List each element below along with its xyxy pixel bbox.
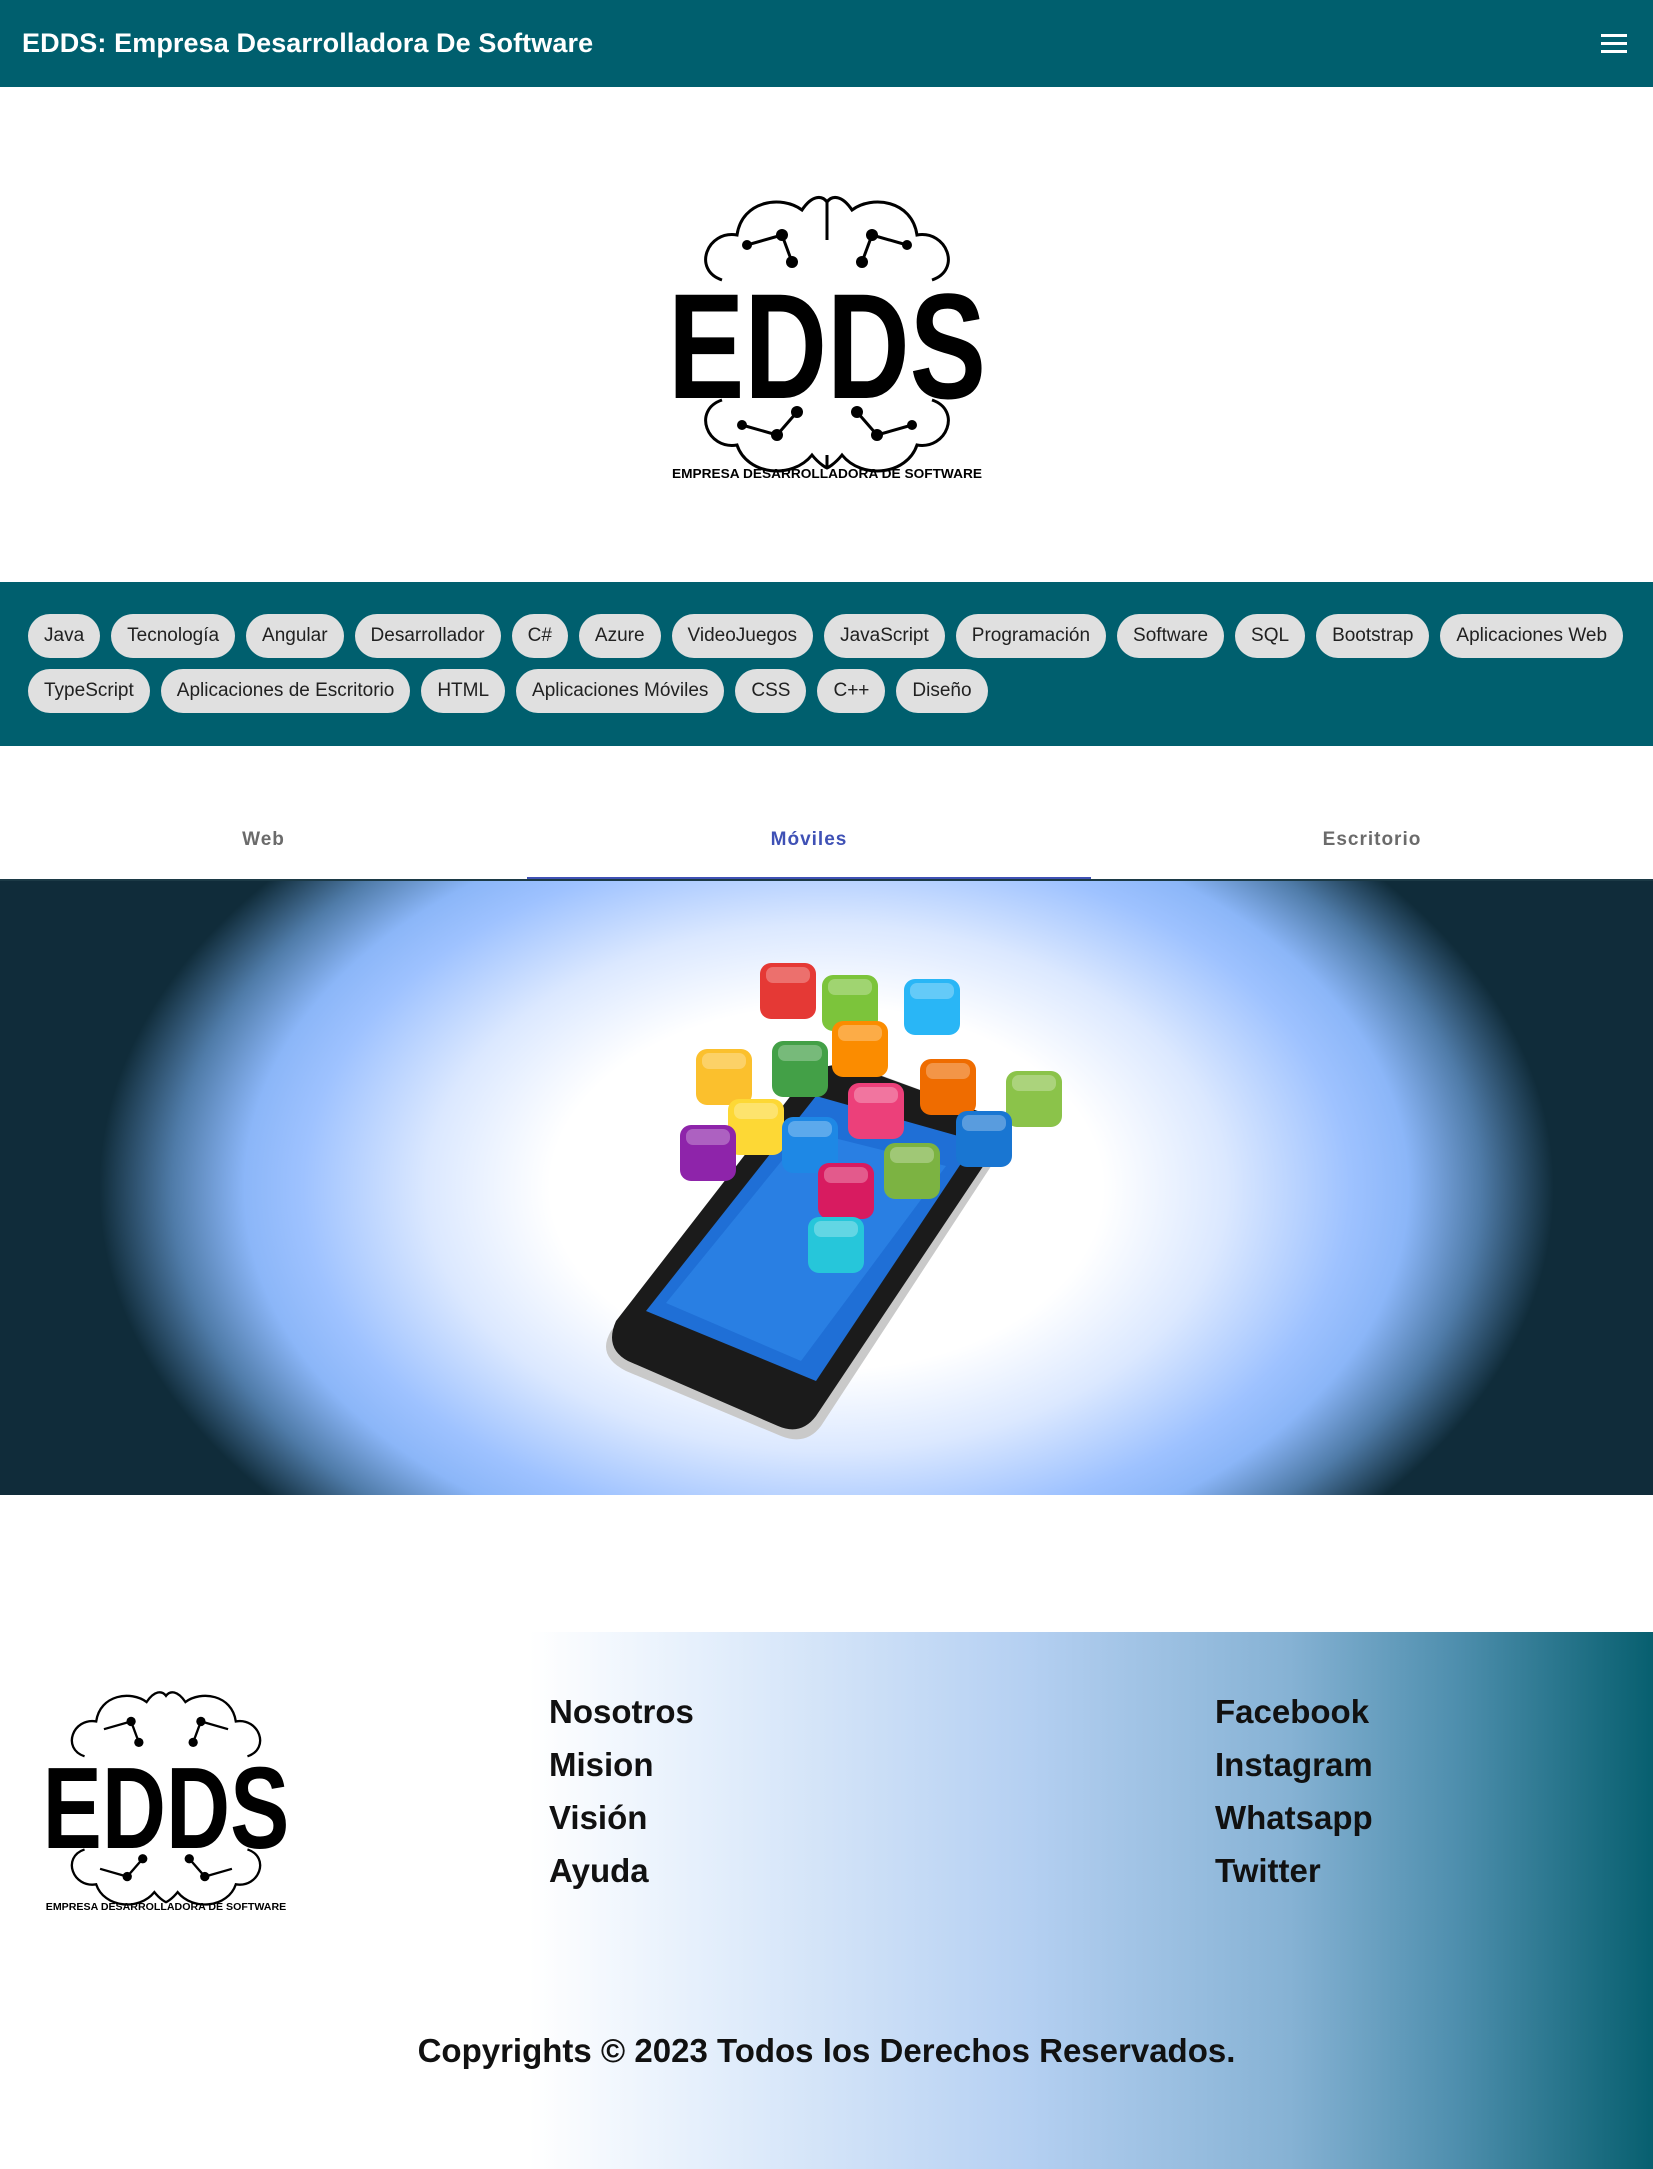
app-cube-shine [838, 1025, 882, 1041]
app-cube-shine [910, 983, 954, 999]
footer-link-vision[interactable]: Visión [549, 1798, 694, 1837]
app-cube-shine [814, 1221, 858, 1237]
chip-azure[interactable]: Azure [578, 614, 661, 658]
tab-content-banner [0, 881, 1653, 1495]
app-cube-shine [828, 979, 872, 995]
footer-link-nosotros[interactable]: Nosotros [549, 1692, 694, 1731]
app-cube-shine [788, 1121, 832, 1137]
footer-link-ayuda[interactable]: Ayuda [549, 1851, 694, 1890]
app-cube-shine [686, 1129, 730, 1145]
footer-link-twitter[interactable]: Twitter [1215, 1851, 1373, 1890]
tag-chip-list: Java Tecnología Angular Desarrollador C# Azur… [0, 582, 1653, 746]
chip-angular[interactable]: Angular [246, 614, 344, 658]
mobile-apps-illustration [606, 963, 1062, 1440]
chip-html[interactable]: HTML [421, 669, 506, 713]
footer-link-mision[interactable]: Mision [549, 1745, 694, 1784]
app-cube-shine [854, 1087, 898, 1103]
menu-icon[interactable] [1597, 27, 1631, 61]
app-cube-shine [766, 967, 810, 983]
chip-aplicaciones-web[interactable]: Aplicaciones Web [1440, 614, 1624, 658]
footer-logo: EDDS EMPRESA DESARROLLADORA DE SOFTWARE [43, 1691, 290, 1913]
app-cube-shine [824, 1167, 868, 1183]
footer-links-company: Nosotros Mision Visión Ayuda [549, 1692, 694, 1890]
footer-logo-wrap: EDDS EMPRESA DESARROLLADORA DE SOFTWARE [38, 1686, 294, 1917]
footer-logo-letters: EDDS [43, 1743, 290, 1873]
footer-link-instagram[interactable]: Instagram [1215, 1745, 1373, 1784]
chip-java[interactable]: Java [28, 614, 101, 658]
chip-diseño[interactable]: Diseño [896, 669, 988, 713]
chip-css[interactable]: CSS [735, 669, 807, 713]
app-cube-shine [778, 1045, 822, 1061]
footer-links-social: Facebook Instagram Whatsapp Twitter [1215, 1692, 1373, 1890]
tab-moviles[interactable]: Móviles [527, 800, 1091, 880]
app-cube-shine [926, 1063, 970, 1079]
tab-escritorio[interactable]: Escritorio [1091, 800, 1653, 880]
edds-logo: EDDS EMPRESA DESARROLLADORA DE SOFTWARE [668, 195, 986, 480]
copyright-text: Copyrights © 2023 Todos los Derechos Res… [417, 2032, 1236, 2069]
footer-logo-tagline: EMPRESA DESARROLLADORA DE SOFTWARE [46, 1902, 287, 1912]
footer: EDDS EMPRESA DESARROLLADORA DE SOFTWARE … [0, 1632, 1653, 2169]
chip-desarrollador[interactable]: Desarrollador [354, 614, 501, 658]
hero-logo-section: EDDS EMPRESA DESARROLLADORA DE SOFTWARE [0, 87, 1653, 582]
chip-c#[interactable]: C# [511, 614, 568, 658]
app-cube-shine [1012, 1075, 1056, 1091]
footer-link-facebook[interactable]: Facebook [1215, 1692, 1373, 1731]
chip-programación[interactable]: Programación [955, 614, 1107, 658]
app-title: EDDS: Empresa Desarrolladora De Software [22, 28, 594, 58]
app-cube-shine [962, 1115, 1006, 1131]
logo-letters: EDDS [668, 262, 986, 430]
logo-tagline: EMPRESA DESARROLLADORA DE SOFTWARE [672, 466, 982, 480]
app-cube-shine [702, 1053, 746, 1069]
app-cube-shine [734, 1103, 778, 1119]
chip-aplicaciones-de-escritorio[interactable]: Aplicaciones de Escritorio [160, 669, 411, 713]
chip-software[interactable]: Software [1117, 614, 1225, 658]
tab-web[interactable]: Web [0, 800, 527, 880]
chip-javascript[interactable]: JavaScript [824, 614, 945, 658]
top-app-bar: EDDS: Empresa Desarrolladora De Software [0, 0, 1653, 87]
chip-typescript[interactable]: TypeScript [28, 669, 150, 713]
app-cube-shine [890, 1147, 934, 1163]
chip-sql[interactable]: SQL [1235, 614, 1306, 658]
footer-link-whatsapp[interactable]: Whatsapp [1215, 1798, 1373, 1837]
chip-tecnología[interactable]: Tecnología [111, 614, 236, 658]
chip-aplicaciones-móviles[interactable]: Aplicaciones Móviles [516, 669, 725, 713]
chip-videojuegos[interactable]: VideoJuegos [671, 614, 814, 658]
chip-bootstrap[interactable]: Bootstrap [1316, 614, 1430, 658]
chip-c++[interactable]: C++ [817, 669, 886, 713]
tab-bar: Web Móviles Escritorio [0, 800, 1653, 880]
